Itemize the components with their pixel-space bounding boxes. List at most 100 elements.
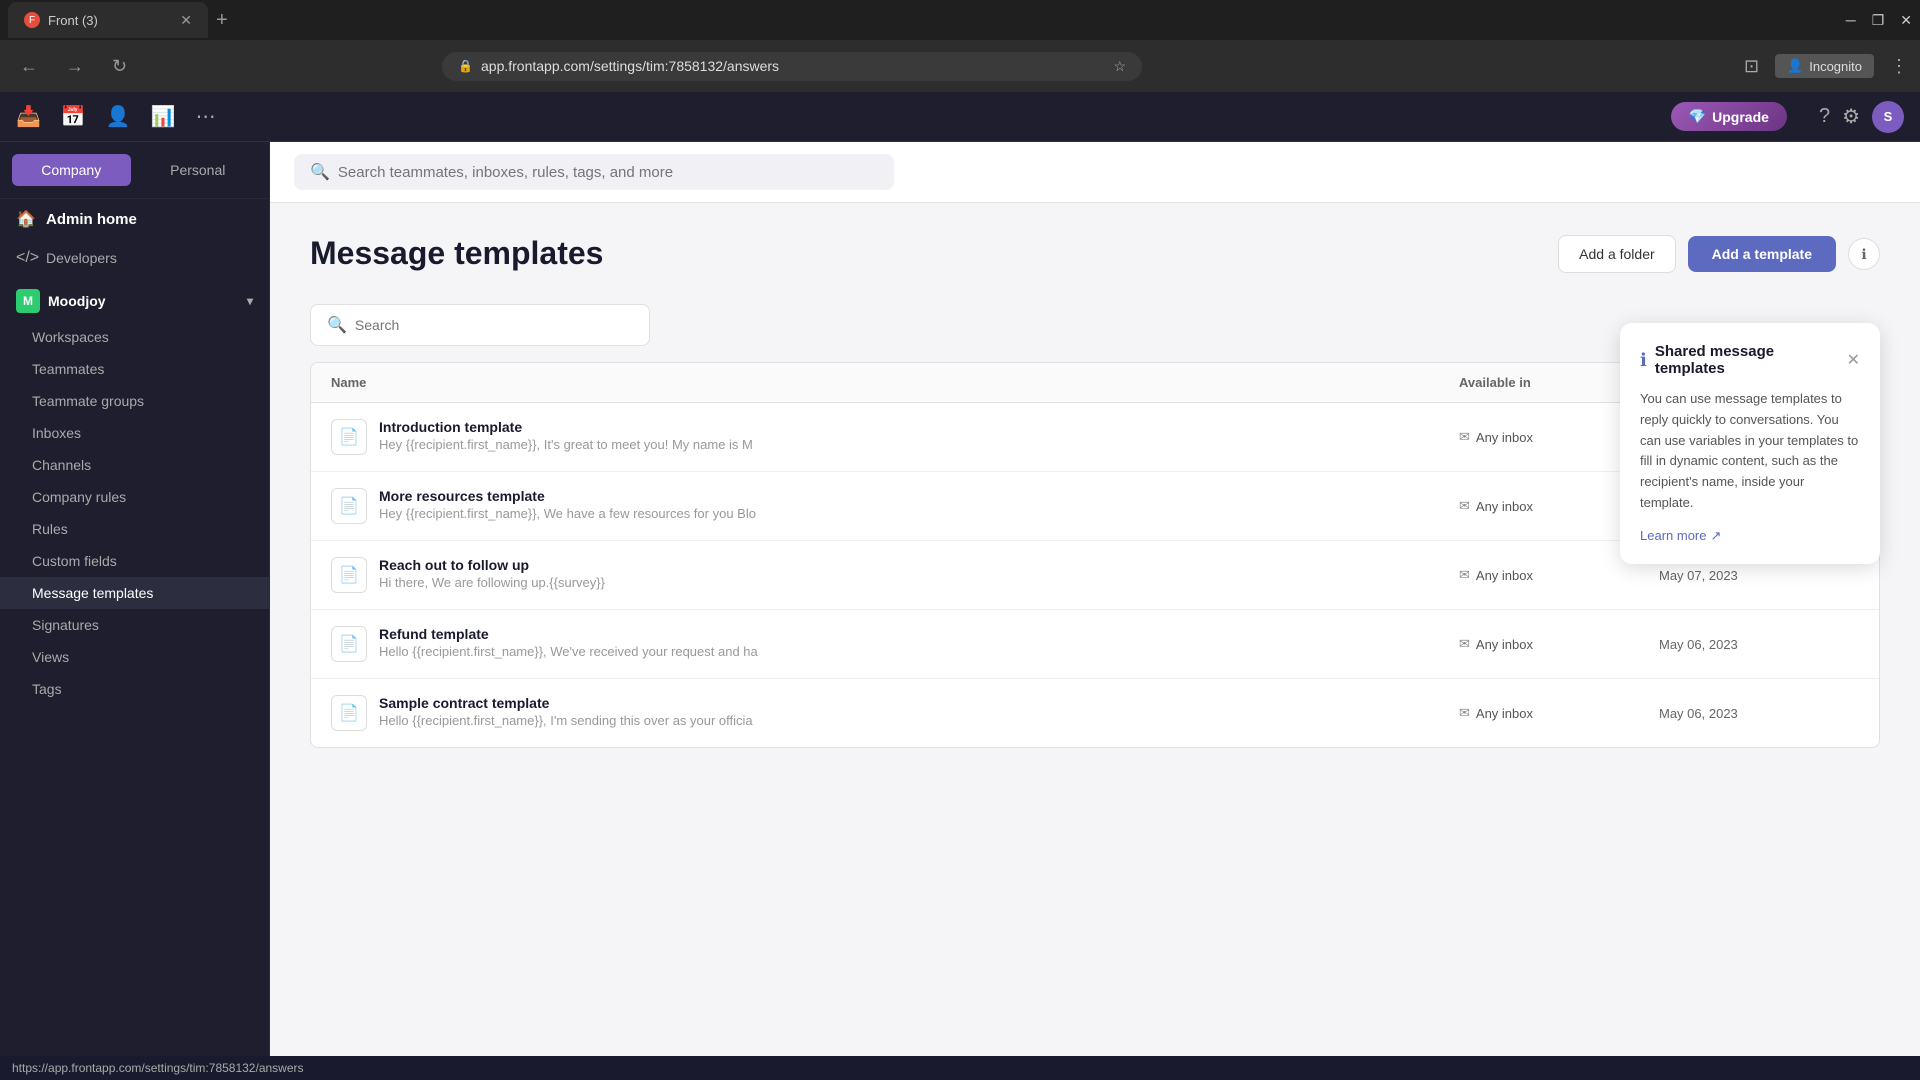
template-file-icon: 📄: [331, 626, 367, 662]
sidebar-item-views[interactable]: Views: [0, 641, 269, 673]
inbox-label: Any inbox: [1476, 568, 1533, 583]
template-preview: Hey {{recipient.first_name}}, It's great…: [379, 437, 753, 452]
popup-title: Shared message templates: [1655, 343, 1839, 377]
sidebar: Company Personal 🏠 Admin home </> Develo…: [0, 142, 270, 1080]
template-name: Introduction template: [379, 419, 753, 435]
settings-icon[interactable]: ⚙: [1842, 104, 1860, 129]
template-preview: Hey {{recipient.first_name}}, We have a …: [379, 506, 756, 521]
back-button[interactable]: ←: [12, 52, 46, 81]
available-in-cell: ✉ Any inbox: [1459, 567, 1659, 583]
upgrade-button[interactable]: 💎 Upgrade: [1671, 102, 1787, 131]
row-name-cell: 📄 Sample contract template Hello {{recip…: [331, 695, 1459, 731]
calendar-icon[interactable]: 📅: [61, 104, 86, 129]
sidebar-item-custom-fields[interactable]: Custom fields: [0, 545, 269, 577]
template-preview: Hello {{recipient.first_name}}, I'm send…: [379, 713, 753, 728]
template-info: Reach out to follow up Hi there, We are …: [379, 557, 605, 590]
template-info: Sample contract template Hello {{recipie…: [379, 695, 753, 728]
browser-tab[interactable]: F Front (3) ✕: [8, 2, 208, 38]
popup-close-button[interactable]: ✕: [1847, 350, 1860, 370]
admin-home-item[interactable]: 🏠 Admin home: [0, 199, 269, 239]
add-folder-button[interactable]: Add a folder: [1558, 235, 1676, 273]
contacts-icon[interactable]: 👤: [106, 104, 131, 129]
main-search-bar[interactable]: 🔍: [294, 154, 894, 190]
column-name: Name: [331, 375, 1459, 390]
add-template-button[interactable]: Add a template: [1688, 236, 1836, 272]
sidebar-item-company-rules[interactable]: Company rules: [0, 481, 269, 513]
extensions-button[interactable]: ⊡: [1744, 56, 1759, 77]
tab-title: Front (3): [48, 13, 172, 28]
email-icon: ✉: [1459, 498, 1470, 514]
avatar[interactable]: S: [1872, 101, 1904, 133]
more-icon[interactable]: ⋯: [196, 104, 216, 129]
sidebar-nav-items: Workspaces Teammates Teammate groups Inb…: [0, 321, 269, 705]
tab-close-button[interactable]: ✕: [180, 12, 192, 29]
popup-header: ℹ Shared message templates ✕: [1640, 343, 1860, 377]
popup-info-icon: ℹ: [1640, 350, 1647, 371]
template-file-icon: 📄: [331, 557, 367, 593]
template-search-bar[interactable]: 🔍: [310, 304, 650, 346]
sidebar-item-teammates[interactable]: Teammates: [0, 353, 269, 385]
inbox-label: Any inbox: [1476, 499, 1533, 514]
main-search-input[interactable]: [338, 164, 878, 181]
company-tab[interactable]: Company: [12, 154, 131, 186]
main-header: 🔍: [270, 142, 1920, 203]
template-search-input[interactable]: [355, 317, 633, 333]
info-button[interactable]: ℹ: [1848, 238, 1880, 270]
template-file-icon: 📄: [331, 695, 367, 731]
sidebar-item-inboxes[interactable]: Inboxes: [0, 417, 269, 449]
help-icon[interactable]: ?: [1819, 105, 1830, 128]
row-name-cell: 📄 Introduction template Hey {{recipient.…: [331, 419, 1459, 455]
home-icon: 🏠: [16, 209, 36, 229]
sidebar-item-workspaces[interactable]: Workspaces: [0, 321, 269, 353]
sidebar-item-channels[interactable]: Channels: [0, 449, 269, 481]
available-in-cell: ✉ Any inbox: [1459, 705, 1659, 721]
sidebar-item-tags[interactable]: Tags: [0, 673, 269, 705]
main-content: 🔍 Message templates Add a folder Add a t…: [270, 142, 1920, 1080]
incognito-badge: 👤 Incognito: [1775, 54, 1874, 78]
template-file-icon: 📄: [331, 419, 367, 455]
analytics-icon[interactable]: 📊: [151, 104, 176, 129]
search-icon: 🔍: [310, 162, 330, 182]
table-row[interactable]: 📄 Refund template Hello {{recipient.firs…: [311, 610, 1879, 679]
table-row[interactable]: 📄 Sample contract template Hello {{recip…: [311, 679, 1879, 747]
inbox-label: Any inbox: [1476, 637, 1533, 652]
template-info: Introduction template Hey {{recipient.fi…: [379, 419, 753, 452]
inbox-label: Any inbox: [1476, 706, 1533, 721]
search-icon-small: 🔍: [327, 315, 347, 335]
popup-body: You can use message templates to reply q…: [1640, 389, 1860, 514]
row-name-cell: 📄 More resources template Hey {{recipien…: [331, 488, 1459, 524]
window-close-button[interactable]: ✕: [1900, 12, 1912, 29]
window-minimize-button[interactable]: ─: [1846, 12, 1856, 29]
sidebar-item-signatures[interactable]: Signatures: [0, 609, 269, 641]
email-icon: ✉: [1459, 636, 1470, 652]
window-maximize-button[interactable]: ❐: [1872, 12, 1885, 29]
template-name: More resources template: [379, 488, 756, 504]
learn-more-link[interactable]: Learn more ↗: [1640, 528, 1860, 544]
inbox-label: Any inbox: [1476, 430, 1533, 445]
code-icon: </>: [16, 249, 36, 267]
diamond-icon: 💎: [1689, 108, 1706, 125]
address-bar[interactable]: 🔒 app.frontapp.com/settings/tim:7858132/…: [442, 52, 1142, 81]
incognito-icon: 👤: [1787, 58, 1803, 74]
org-group-header[interactable]: M Moodjoy ▾: [0, 281, 269, 321]
forward-button[interactable]: →: [58, 52, 92, 81]
template-name: Refund template: [379, 626, 758, 642]
available-in-cell: ✉ Any inbox: [1459, 636, 1659, 652]
sidebar-item-message-templates[interactable]: Message templates: [0, 577, 269, 609]
tab-favicon: F: [24, 12, 40, 28]
new-tab-button[interactable]: +: [216, 9, 228, 32]
page-title: Message templates: [310, 235, 603, 272]
sidebar-item-teammate-groups[interactable]: Teammate groups: [0, 385, 269, 417]
bookmark-icon[interactable]: ☆: [1113, 58, 1126, 75]
more-options-button[interactable]: ⋮: [1890, 56, 1908, 77]
developers-item[interactable]: </> Developers: [0, 239, 269, 277]
template-info: More resources template Hey {{recipient.…: [379, 488, 756, 521]
sidebar-item-rules[interactable]: Rules: [0, 513, 269, 545]
date-cell: May 06, 2023: [1659, 637, 1859, 652]
email-icon: ✉: [1459, 567, 1470, 583]
refresh-button[interactable]: ↻: [104, 52, 135, 81]
inbox-icon[interactable]: 📥: [16, 104, 41, 129]
personal-tab[interactable]: Personal: [139, 154, 258, 186]
content-toolbar: Add a folder Add a template ℹ: [1558, 235, 1880, 273]
date-cell: May 06, 2023: [1659, 706, 1859, 721]
